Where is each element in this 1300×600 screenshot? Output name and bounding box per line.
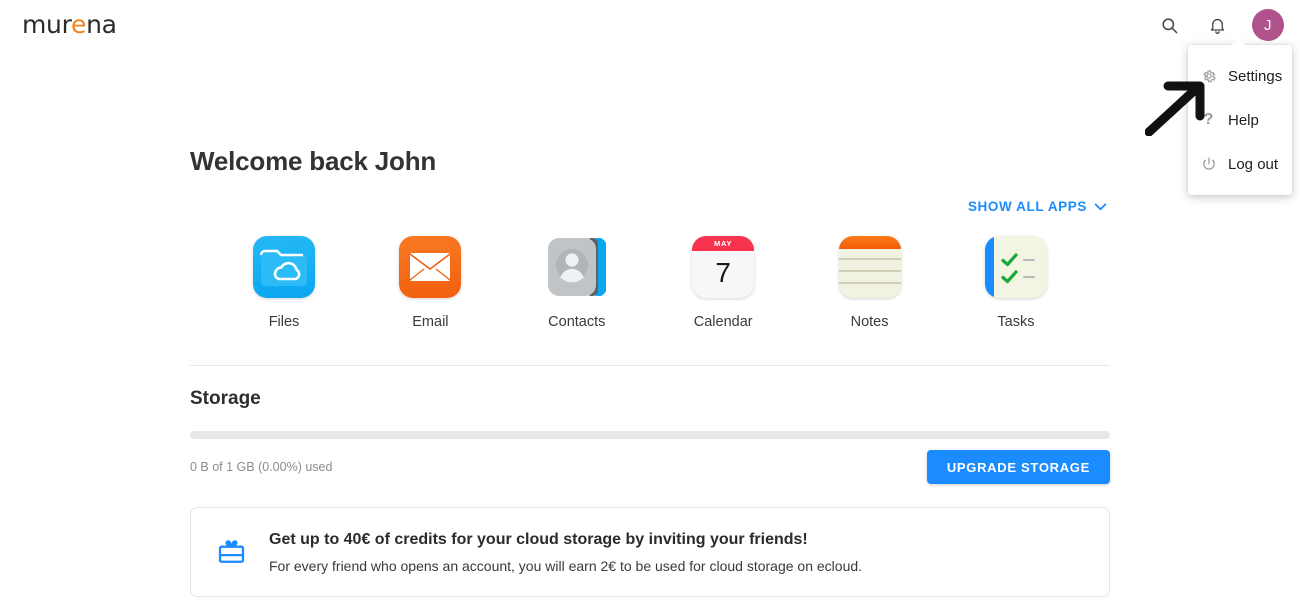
gear-icon	[1200, 68, 1217, 85]
storage-used-text: 0 B of 1 GB (0.00%) used	[190, 460, 332, 474]
avatar[interactable]: J	[1252, 9, 1284, 41]
menu-item-help[interactable]: ? Help	[1188, 98, 1292, 142]
show-all-apps-button[interactable]: SHOW ALL APPS	[968, 199, 1107, 214]
app-notes[interactable]: Notes	[820, 236, 920, 330]
app-tasks[interactable]: Tasks	[966, 236, 1066, 330]
task-row	[1001, 253, 1035, 267]
app-email[interactable]: Email	[380, 236, 480, 330]
referral-promo-card: Get up to 40€ of credits for your cloud …	[190, 507, 1110, 597]
menu-item-logout[interactable]: Log out	[1188, 142, 1292, 186]
avatar-initial: J	[1264, 17, 1272, 34]
storage-row: 0 B of 1 GB (0.00%) used UPGRADE STORAGE	[190, 450, 1110, 484]
menu-item-settings-label: Settings	[1228, 68, 1282, 85]
search-icon[interactable]	[1156, 12, 1182, 38]
app-grid: Files Email	[190, 236, 1110, 330]
app-notes-label: Notes	[851, 314, 889, 330]
notes-header-band	[839, 236, 901, 249]
top-bar-actions: J	[1156, 0, 1284, 50]
app-files[interactable]: Files	[234, 236, 334, 330]
logo-text-accent: e	[71, 10, 86, 39]
notes-lines	[839, 249, 901, 298]
section-divider	[190, 365, 1110, 366]
logo-text: murena	[22, 12, 117, 38]
storage-title: Storage	[190, 388, 1110, 410]
show-all-apps-row: SHOW ALL APPS	[190, 199, 1110, 214]
user-menu: Settings ? Help Log out	[1188, 45, 1292, 195]
logo-text-part2: na	[86, 10, 117, 39]
task-row	[1001, 270, 1035, 284]
promo-title: Get up to 40€ of credits for your cloud …	[269, 531, 862, 549]
app-calendar[interactable]: MAY 7 Calendar	[673, 236, 773, 330]
upgrade-storage-button[interactable]: UPGRADE STORAGE	[927, 450, 1110, 484]
app-files-label: Files	[269, 314, 300, 330]
app-calendar-label: Calendar	[694, 314, 753, 330]
storage-progress-bar	[190, 431, 1110, 439]
question-mark-icon: ?	[1200, 112, 1217, 129]
top-bar: murena J	[0, 0, 1300, 50]
calendar-month: MAY	[692, 236, 754, 251]
user-menu-caret	[1230, 38, 1246, 46]
notes-app-icon	[839, 236, 901, 298]
menu-item-help-label: Help	[1228, 112, 1259, 129]
tasks-edge-band	[985, 236, 994, 298]
calendar-day: 7	[692, 251, 754, 298]
contacts-app-icon	[546, 236, 608, 298]
calendar-app-icon: MAY 7	[692, 236, 754, 298]
tasks-app-icon	[985, 236, 1047, 298]
main-content: Welcome back John SHOW ALL APPS Files	[190, 146, 1110, 597]
menu-item-settings[interactable]: Settings	[1188, 54, 1292, 98]
gift-icon	[217, 537, 247, 571]
chevron-down-icon	[1094, 199, 1107, 214]
app-tasks-label: Tasks	[997, 314, 1034, 330]
page-title: Welcome back John	[190, 146, 1110, 177]
power-icon	[1200, 156, 1217, 173]
promo-text: Get up to 40€ of credits for your cloud …	[269, 531, 862, 574]
menu-item-logout-label: Log out	[1228, 156, 1278, 173]
files-app-icon	[253, 236, 315, 298]
logo-text-part1: mur	[22, 10, 71, 39]
murena-logo[interactable]: murena	[22, 12, 117, 38]
promo-subtitle: For every friend who opens an account, y…	[269, 558, 862, 574]
app-contacts-label: Contacts	[548, 314, 605, 330]
email-app-icon	[399, 236, 461, 298]
bell-icon[interactable]	[1204, 12, 1230, 38]
app-email-label: Email	[412, 314, 448, 330]
app-contacts[interactable]: Contacts	[527, 236, 627, 330]
show-all-apps-label: SHOW ALL APPS	[968, 199, 1087, 214]
